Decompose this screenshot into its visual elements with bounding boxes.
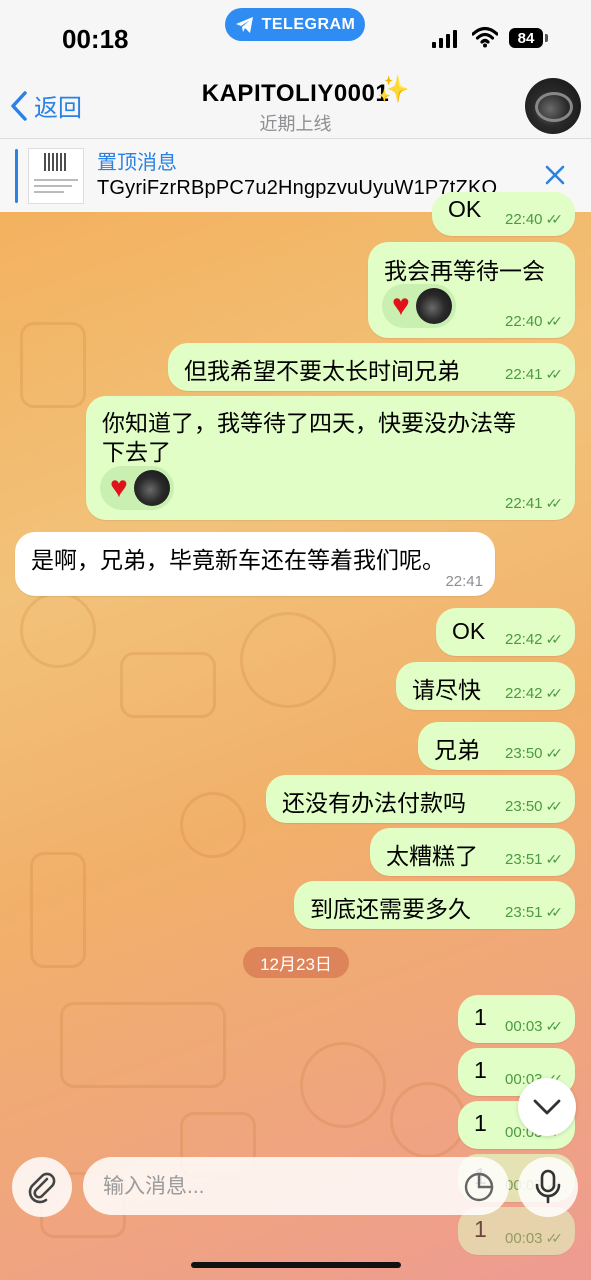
message-bubble-outgoing[interactable]: 你知道了，我等待了四天，快要没办法等 下去了 ♥ 22:41 ✓✓ <box>86 396 575 520</box>
message-text-line2: 下去了 <box>102 439 171 465</box>
double-check-icon: ✓✓ <box>545 1018 564 1034</box>
message-meta: 23:50 ✓✓ <box>505 798 563 815</box>
message-meta: 22:40 ✓✓ <box>505 313 563 330</box>
telegram-pill-label: TELEGRAM <box>261 15 356 33</box>
message-text: 太糟糕了 <box>386 843 478 869</box>
message-text: 还没有办法付款吗 <box>282 790 466 816</box>
message-time: 22:41 <box>504 495 543 512</box>
message-time: 00:03 <box>504 1018 543 1035</box>
message-time: 22:41 <box>504 366 543 383</box>
telegram-icon <box>235 16 253 33</box>
double-check-icon: ✓✓ <box>545 211 564 227</box>
contact-name-text: KAPITOLIY0001 <box>201 80 390 107</box>
message-meta: 22:41 <box>445 573 483 590</box>
message-text: 1 <box>474 1216 487 1242</box>
battery-cap <box>545 34 548 42</box>
message-text: 是啊，兄弟，毕竟新车还在等着我们呢。 <box>31 547 445 573</box>
double-check-icon: ✓✓ <box>545 851 564 867</box>
status-time: 00:18 <box>62 24 129 54</box>
message-time: 22:41 <box>445 573 483 590</box>
double-check-icon: ✓✓ <box>545 495 564 511</box>
contact-status: 近期上线 <box>259 114 332 134</box>
reaction-chip[interactable]: ♥ <box>100 466 174 510</box>
reactor-avatar <box>415 288 452 324</box>
message-meta: 00:03✓✓ <box>505 1018 563 1035</box>
message-text: OK <box>448 196 482 222</box>
reactor-avatar <box>133 470 170 506</box>
message-time: 23:51 <box>504 904 543 921</box>
message-time: 00:03 <box>504 1230 543 1247</box>
message-meta: 23:50 ✓✓ <box>505 745 563 762</box>
message-meta: 23:51 ✓✓ <box>505 851 563 868</box>
close-icon[interactable] <box>543 163 567 187</box>
paperclip-icon <box>28 1172 56 1204</box>
microphone-icon <box>535 1169 561 1204</box>
message-text: 1 <box>474 1057 487 1083</box>
message-meta: 00:03✓✓ <box>505 1230 563 1247</box>
message-time: 23:51 <box>504 851 543 868</box>
double-check-icon: ✓✓ <box>545 631 564 647</box>
message-text: 请尽快 <box>412 677 481 703</box>
message-bubble-outgoing[interactable]: 太糟糕了 23:51 ✓✓ <box>370 828 575 876</box>
message-text: 1 <box>474 1004 487 1030</box>
scroll-to-bottom-button[interactable] <box>518 1078 576 1136</box>
message-input[interactable] <box>101 1167 445 1207</box>
contact-name[interactable]: KAPITOLIY0001 ✨ <box>0 74 591 108</box>
message-time: 22:42 <box>504 631 543 648</box>
double-check-icon: ✓✓ <box>545 904 564 920</box>
telegram-pill[interactable]: TELEGRAM <box>225 8 365 41</box>
message-time: 22:40 <box>504 313 543 330</box>
heart-icon: ♥ <box>392 289 410 322</box>
date-separator: 12月23日 <box>243 947 349 978</box>
message-bubble-outgoing[interactable]: 1 00:03✓✓ <box>458 995 575 1043</box>
double-check-icon: ✓✓ <box>545 313 564 329</box>
message-meta: 23:51 ✓✓ <box>505 904 563 921</box>
message-time: 22:40 <box>504 211 543 228</box>
message-meta: 22:42 ✓✓ <box>505 631 563 648</box>
sticker-icon[interactable] <box>463 1171 495 1203</box>
message-meta: 22:40 ✓✓ <box>505 211 563 228</box>
message-bubble-outgoing[interactable]: 还没有办法付款吗 23:50 ✓✓ <box>266 775 575 823</box>
message-bubble-incoming[interactable]: 是啊，兄弟，毕竟新车还在等着我们呢。 22:41 <box>15 532 495 596</box>
magic-wand-emoji-icon: ✨ <box>377 74 410 104</box>
message-time: 23:50 <box>504 745 543 762</box>
chevron-down-icon <box>533 1099 561 1115</box>
double-check-icon: ✓✓ <box>545 745 564 761</box>
message-text: 我会再等待一会 <box>384 258 545 284</box>
message-input-container[interactable] <box>83 1157 509 1215</box>
message-bubble-outgoing[interactable]: 我会再等待一会 ♥ 22:40 ✓✓ <box>368 242 575 338</box>
double-check-icon: ✓✓ <box>545 685 564 701</box>
message-meta: 22:41 ✓✓ <box>505 366 563 383</box>
message-time: 22:42 <box>504 685 543 702</box>
message-text: 1 <box>474 1110 487 1136</box>
home-indicator <box>191 1262 401 1268</box>
message-text: 兄弟 <box>434 737 480 763</box>
microphone-button[interactable] <box>518 1157 578 1217</box>
contact-avatar[interactable] <box>525 78 581 134</box>
message-bubble-outgoing[interactable]: OK 22:42 ✓✓ <box>436 608 575 656</box>
message-bubble-outgoing[interactable]: OK 22:40 ✓✓ <box>432 192 575 236</box>
message-text: 但我希望不要太长时间兄弟 <box>184 358 460 384</box>
double-check-icon: ✓✓ <box>545 798 564 814</box>
pinned-title: 置顶消息 <box>97 152 177 174</box>
battery-indicator: 84 <box>509 28 543 48</box>
reaction-chip[interactable]: ♥ <box>382 284 456 328</box>
message-meta: 22:42 ✓✓ <box>505 685 563 702</box>
heart-icon: ♥ <box>110 471 128 504</box>
message-bubble-outgoing[interactable]: 到底还需要多久 23:51 ✓✓ <box>294 881 575 929</box>
wifi-icon <box>472 26 498 48</box>
message-bubble-outgoing[interactable]: 兄弟 23:50 ✓✓ <box>418 722 575 770</box>
double-check-icon: ✓✓ <box>545 1230 564 1246</box>
double-check-icon: ✓✓ <box>545 366 564 382</box>
attach-button[interactable] <box>12 1157 72 1217</box>
pinned-thumbnail <box>28 148 84 204</box>
pinned-indicator <box>15 149 18 203</box>
message-bubble-outgoing[interactable]: 但我希望不要太长时间兄弟 22:41 ✓✓ <box>168 343 575 391</box>
message-meta: 22:41 ✓✓ <box>505 495 563 512</box>
message-bubble-outgoing[interactable]: 请尽快 22:42 ✓✓ <box>396 662 575 710</box>
message-time: 23:50 <box>504 798 543 815</box>
message-text: OK <box>452 618 486 644</box>
cellular-signal-icon <box>432 30 457 48</box>
message-text: 到底还需要多久 <box>310 896 471 922</box>
